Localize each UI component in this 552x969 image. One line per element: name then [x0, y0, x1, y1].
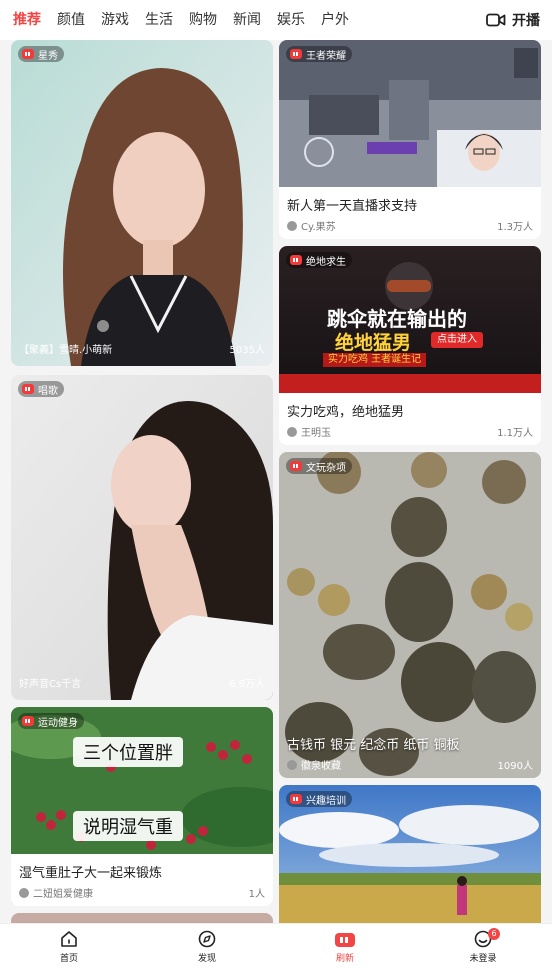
- tab-life[interactable]: 生活: [145, 0, 173, 40]
- tab-discover[interactable]: 发现: [138, 924, 276, 969]
- category-tabs: 推荐 颜值 游戏 生活 购物 新闻 娱乐 户外: [2, 0, 354, 40]
- category-badge: 星秀: [18, 46, 64, 62]
- compass-icon: [198, 930, 216, 947]
- tab-looks[interactable]: 颜值: [57, 0, 85, 40]
- live-card[interactable]: 兴趣培训: [279, 785, 541, 923]
- banner-subheadline: 绝地猛男: [335, 332, 412, 354]
- tab-refresh[interactable]: 刷新: [276, 924, 414, 969]
- tab-label: 首页: [59, 953, 78, 964]
- banner-tag: 实力吃鸡 王者诞生记: [323, 353, 427, 367]
- stream-thumbnail: [11, 40, 273, 366]
- stream-thumbnail: [279, 40, 541, 187]
- video-camera-icon: [486, 13, 506, 27]
- start-live-label: 开播: [512, 13, 540, 29]
- stream-meta: Cy.果苏 1.3万人: [287, 218, 533, 233]
- live-card[interactable]: 唱歌 好声音Cs千言 6.9万人: [11, 375, 273, 700]
- live-card[interactable]: 文玩杂项 古钱币 银元 纪念币 纸币 铜板 徽泉收藏 1090人: [279, 452, 541, 778]
- streamer-name: 好声音Cs千言: [19, 679, 82, 690]
- viewer-count: 1.1万人: [497, 428, 533, 439]
- stream-meta: 王明玉 1.1万人: [287, 424, 533, 439]
- stream-meta: 徽泉收藏 1090人: [287, 757, 533, 772]
- viewer-count: 6.9万人: [229, 679, 265, 690]
- tab-entertainment[interactable]: 娱乐: [277, 0, 305, 40]
- live-card[interactable]: 星秀 【聚義】雪晴.小萌新 5035人: [11, 40, 273, 366]
- home-icon: [61, 930, 77, 947]
- live-card[interactable]: 运动健身 三个位置胖 说明湿气重 湿气重肚子大一起来锻炼 二妞姐爱健康 1人: [11, 707, 273, 906]
- tab-news[interactable]: 新闻: [233, 0, 261, 40]
- tab-games[interactable]: 游戏: [101, 0, 129, 40]
- overlay-text-2: 说明湿气重: [73, 811, 183, 841]
- tab-label: 刷新: [335, 953, 354, 964]
- live-tv-icon: [335, 932, 355, 947]
- streamer-name: 徽泉收藏: [301, 761, 341, 772]
- stream-title: 湿气重肚子大一起来锻炼: [19, 866, 163, 881]
- avatar: [287, 426, 297, 437]
- notification-badge: 6: [488, 928, 500, 940]
- live-feed: 星秀 【聚義】雪晴.小萌新 5035人 王者荣耀 新人第一天直播求支持 Cy.果…: [0, 40, 552, 923]
- tab-outdoor[interactable]: 户外: [321, 0, 349, 40]
- category-badge: 兴趣培训: [286, 791, 352, 807]
- tab-home[interactable]: 首页: [0, 924, 138, 969]
- category-badge: 唱歌: [18, 381, 64, 397]
- live-card[interactable]: [11, 913, 273, 923]
- streamer-name: 王明玉: [301, 428, 331, 439]
- category-badge: 文玩杂项: [286, 458, 352, 474]
- tab-label: 发现: [197, 953, 216, 964]
- avatar: [287, 220, 297, 231]
- avatar: [19, 887, 29, 898]
- live-icon: [290, 255, 302, 265]
- banner-enter-button: 点击进入: [431, 332, 483, 348]
- stream-meta: 二妞姐爱健康 1人: [19, 885, 265, 900]
- tab-shopping[interactable]: 购物: [189, 0, 217, 40]
- bottom-tab-bar: 首页 发现 刷新 未登录 6: [0, 923, 552, 969]
- viewer-count: 1人: [248, 889, 265, 900]
- live-icon: [290, 49, 302, 59]
- top-nav: 推荐 颜值 游戏 生活 购物 新闻 娱乐 户外 开播: [0, 0, 552, 40]
- category-badge: 王者荣耀: [286, 46, 352, 62]
- stream-thumbnail: [11, 375, 273, 700]
- live-icon: [290, 794, 302, 804]
- stream-thumbnail: [279, 452, 541, 778]
- stream-title: 新人第一天直播求支持: [287, 199, 418, 214]
- category-badge: 绝地求生: [286, 252, 352, 268]
- streamer-name: 【聚義】雪晴.小萌新: [19, 345, 113, 356]
- tab-recommend[interactable]: 推荐: [13, 0, 41, 40]
- overlay-text-1: 三个位置胖: [73, 737, 183, 767]
- tab-label: 未登录: [469, 953, 497, 964]
- start-live-button[interactable]: 开播: [486, 10, 540, 30]
- viewer-count: 5035人: [229, 345, 265, 356]
- live-icon: [22, 384, 34, 394]
- tab-login[interactable]: 未登录 6: [414, 924, 552, 969]
- live-icon: [22, 49, 34, 59]
- stream-caption: 古钱币 银元 纪念币 纸币 铜板: [287, 738, 460, 753]
- live-card[interactable]: 王者荣耀 新人第一天直播求支持 Cy.果苏 1.3万人: [279, 40, 541, 239]
- viewer-count: 1090人: [497, 761, 533, 772]
- live-icon: [290, 461, 302, 471]
- stream-title: 实力吃鸡，绝地猛男: [287, 405, 405, 420]
- avatar: [287, 759, 297, 770]
- streamer-name: Cy.果苏: [301, 222, 336, 233]
- live-card[interactable]: 绝地求生 跳伞就在输出的 绝地猛男 点击进入 实力吃鸡 王者诞生记 实力吃鸡，绝…: [279, 246, 541, 445]
- streamer-name: 二妞姐爱健康: [33, 889, 93, 900]
- live-icon: [22, 716, 34, 726]
- viewer-count: 1.3万人: [497, 222, 533, 233]
- category-badge: 运动健身: [18, 713, 84, 729]
